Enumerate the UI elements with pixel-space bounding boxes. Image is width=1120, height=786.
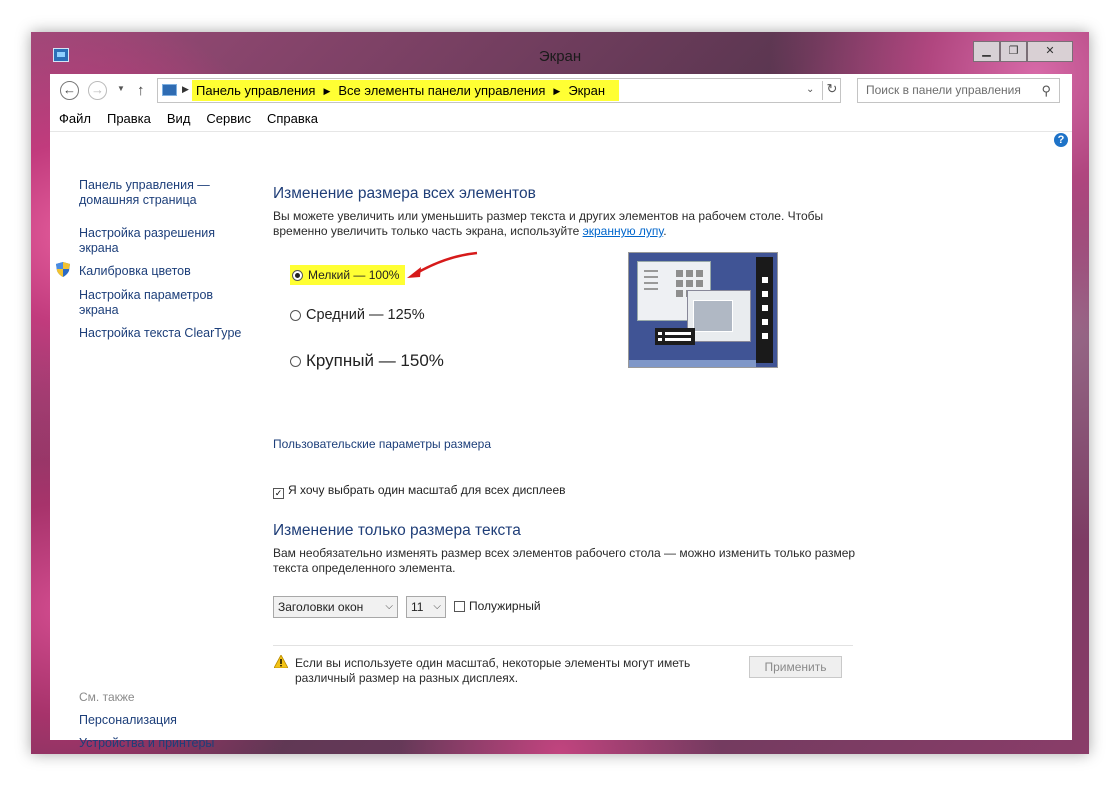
forward-button[interactable]: → [88, 81, 107, 100]
radio-small-highlight: Мелкий — 100% [290, 265, 406, 285]
menu-file[interactable]: Файл [50, 108, 98, 130]
chevron-down-icon: ⌵ [385, 601, 393, 612]
radio-large[interactable]: Крупный — 150% [290, 351, 444, 371]
magnifier-link[interactable]: экранную лупу [583, 224, 664, 238]
radio-small-label: Мелкий — 100% [308, 268, 400, 282]
element-select[interactable]: Заголовки окон ⌵ [273, 596, 398, 618]
menu-view[interactable]: Вид [158, 108, 198, 130]
see-also-personalization[interactable]: Персонализация [79, 713, 177, 728]
window-title: Экран [538, 48, 582, 65]
search-icon[interactable]: ⚲ [1041, 79, 1051, 102]
one-scale-label: Я хочу выбрать один масштаб для всех дис… [288, 483, 566, 497]
arrow-right-icon: → [91, 82, 104, 97]
arrow-up-icon: ↑ [137, 82, 145, 99]
resize-description-text: Вы можете увеличить или уменьшить размер… [273, 209, 824, 238]
see-also-devices-printers[interactable]: Устройства и принтеры [79, 736, 214, 751]
arrow-left-icon: ← [63, 82, 76, 97]
custom-size-link[interactable]: Пользовательские параметры размера [273, 437, 491, 451]
sidebar-link-cleartype[interactable]: Настройка текста ClearType [79, 326, 249, 341]
menu-bar: Файл Правка Вид Сервис Справка [50, 108, 1072, 132]
sidebar: Панель управления — домашняя страница На… [50, 132, 250, 750]
bold-checkbox-row[interactable]: Полужирный [454, 599, 541, 613]
radio-medium-button[interactable] [290, 309, 301, 321]
preview-caption [655, 328, 695, 345]
preview-sidebar [756, 257, 773, 363]
apply-button[interactable]: Применить [749, 656, 842, 678]
back-button[interactable]: ← [60, 81, 79, 100]
maximize-button[interactable]: ❐ [1000, 41, 1027, 62]
one-scale-checkbox[interactable]: ✓ [273, 488, 284, 499]
title-bar[interactable]: Экран ▁ ❐ ✕ [31, 32, 1089, 74]
sidebar-link-home[interactable]: Панель управления — домашняя страница [79, 178, 229, 208]
breadcrumb-control-panel[interactable]: Панель управления [196, 83, 315, 98]
chevron-down-icon[interactable]: ⌄ [806, 84, 814, 95]
menu-tools[interactable]: Сервис [197, 108, 258, 130]
search-placeholder: Поиск в панели управления [866, 83, 1021, 97]
see-also-heading: См. также [79, 690, 135, 704]
text-only-description: Вам необязательно изменять размер всех э… [273, 546, 856, 575]
chevron-right-icon[interactable]: ▶ [553, 86, 560, 96]
chevron-right-icon[interactable]: ▶ [182, 84, 189, 95]
menu-help[interactable]: Справка [258, 108, 325, 130]
annotation-arrow-icon [407, 251, 478, 278]
warning-text: Если вы используете один масштаб, некото… [295, 656, 691, 685]
menu-edit[interactable]: Правка [98, 108, 158, 130]
breadcrumb-display[interactable]: Экран [568, 83, 605, 98]
font-size-select-value: 11 [411, 600, 424, 614]
close-button[interactable]: ✕ [1027, 41, 1073, 62]
chevron-down-icon: ⌵ [433, 601, 441, 612]
radio-medium[interactable]: Средний — 125% [290, 307, 425, 323]
one-scale-checkbox-row[interactable]: ✓ Я хочу выбрать один масштаб для всех ди… [273, 483, 566, 499]
radio-medium-label: Средний — 125% [306, 307, 425, 323]
search-input[interactable]: Поиск в панели управления ⚲ [857, 78, 1060, 103]
chevron-right-icon[interactable]: ▶ [323, 86, 330, 96]
window-client: ← → ▼ ↑ ▶ Панель управления ▶ Все элементы… [50, 74, 1072, 750]
preview-window-front [687, 290, 751, 342]
up-button[interactable]: ↑ [137, 82, 145, 99]
bold-label: Полужирный [469, 599, 541, 613]
heading-resize-all: Изменение размера всех элементов [273, 185, 536, 202]
heading-text-only: Изменение только размера текста [273, 522, 521, 539]
font-size-select[interactable]: 11 ⌵ [406, 596, 446, 618]
radio-large-button[interactable] [290, 356, 301, 368]
breadcrumb-all-items[interactable]: Все элементы панели управления [338, 83, 545, 98]
divider [273, 645, 853, 646]
radio-small[interactable]: Мелкий — 100% [290, 265, 406, 285]
refresh-button[interactable]: ↻ [822, 81, 841, 100]
preview-floor [629, 360, 756, 367]
breadcrumb: Панель управления ▶ Все элементы панели уп… [192, 80, 619, 101]
scale-preview-image [628, 252, 778, 368]
element-select-value: Заголовки окон [278, 600, 364, 614]
window-frame: Экран ▁ ❐ ✕ ← → ▼ ↑ ▶ Панель управления ▶… [31, 32, 1089, 754]
bold-checkbox[interactable] [454, 601, 465, 612]
sidebar-link-resolution[interactable]: Настройка разрешения экрана [79, 226, 219, 256]
address-row: ← → ▼ ↑ ▶ Панель управления ▶ Все элементы… [50, 74, 1072, 108]
uac-shield-icon [56, 262, 70, 277]
resize-description: Вы можете увеличить или уменьшить размер… [273, 209, 863, 239]
radio-large-label: Крупный — 150% [306, 351, 444, 370]
refresh-icon: ↻ [826, 81, 838, 96]
address-bar[interactable]: ▶ Панель управления ▶ Все элементы панели … [157, 78, 841, 103]
main-content: Изменение размера всех элементов Вы може… [273, 132, 1063, 732]
warning-icon [274, 655, 288, 668]
minimize-button[interactable]: ▁ [973, 41, 1000, 62]
sidebar-link-color-calibration[interactable]: Калибровка цветов [79, 264, 191, 279]
resize-description-end: . [663, 224, 667, 238]
radio-small-button[interactable] [292, 270, 303, 282]
control-panel-icon [162, 84, 177, 96]
sidebar-link-display-settings[interactable]: Настройка параметров экрана [79, 288, 219, 318]
recent-locations-dropdown[interactable]: ▼ [117, 84, 125, 93]
